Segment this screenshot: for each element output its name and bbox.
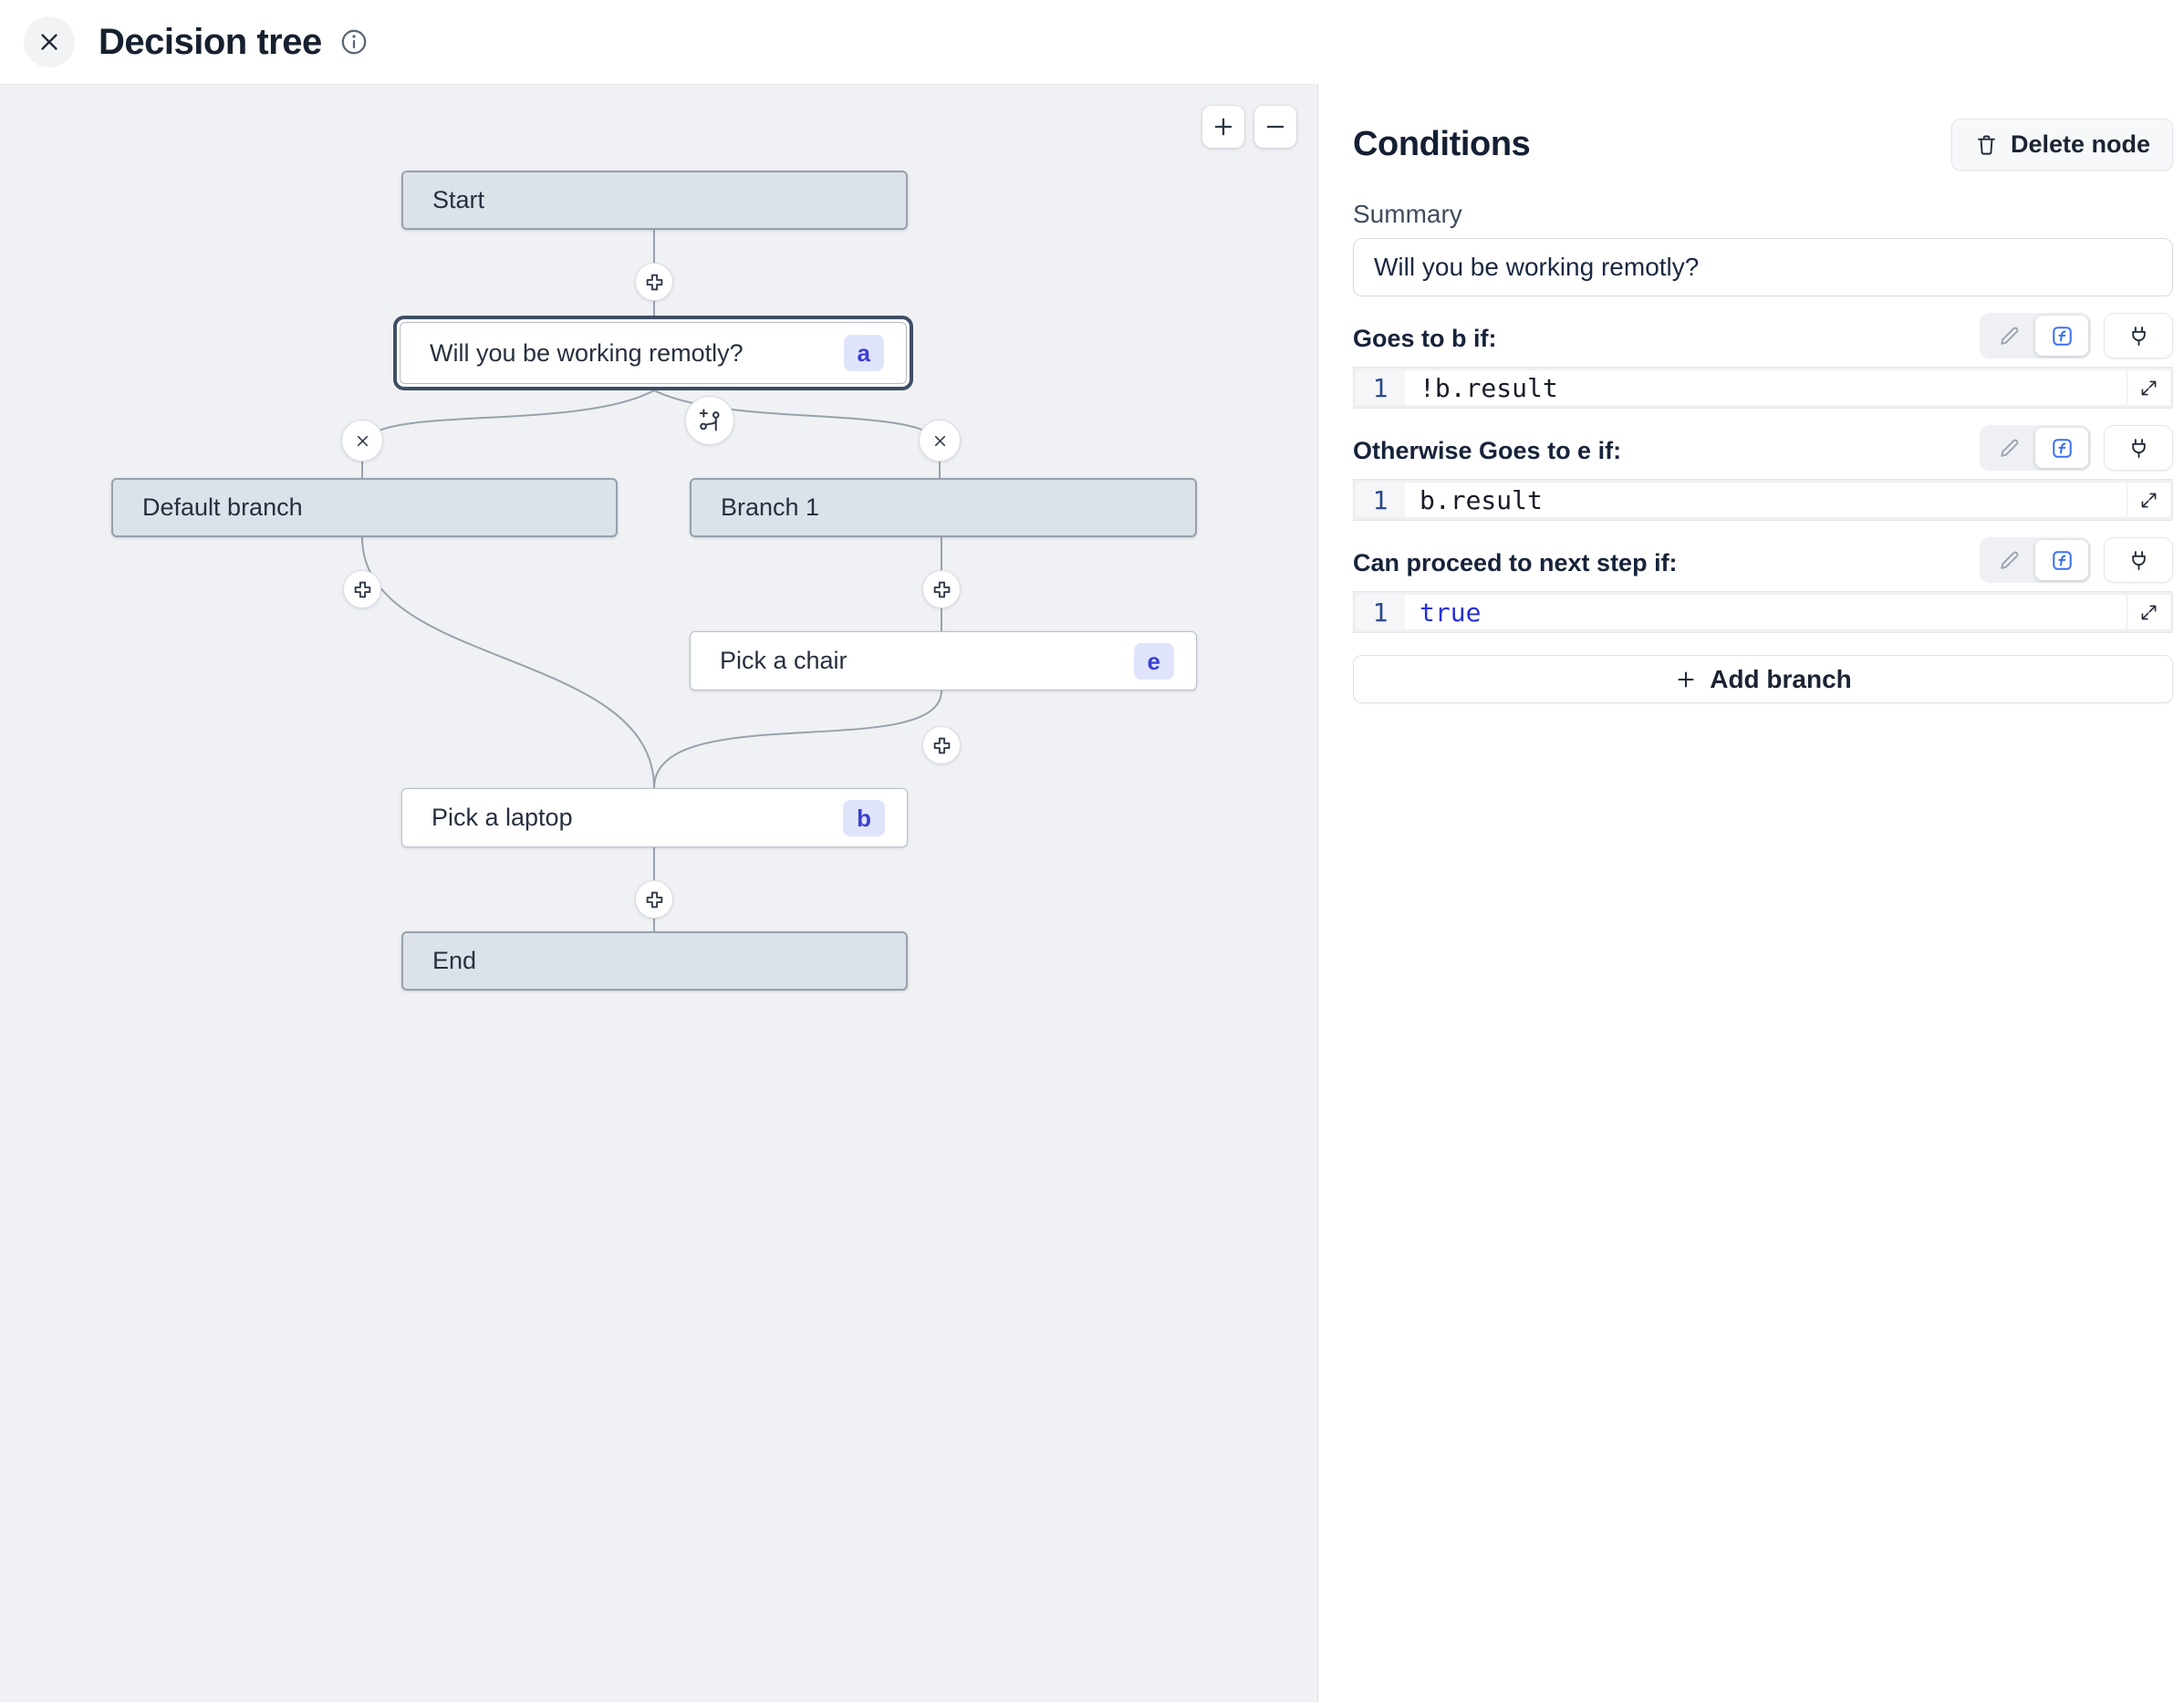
node-start[interactable]: Start <box>401 171 908 230</box>
add-node-plus-icon <box>352 579 373 600</box>
line-number: 1 <box>1356 595 1405 629</box>
expand-icon <box>2138 602 2159 623</box>
add-node-button[interactable] <box>343 570 381 608</box>
plus-icon <box>1674 668 1698 691</box>
fx-icon <box>2050 548 2075 573</box>
node-badge: b <box>843 800 885 836</box>
pencil-icon <box>1997 548 2022 573</box>
condition-label: Goes to b if: <box>1353 325 1497 358</box>
expand-editor-button[interactable] <box>2127 370 2170 405</box>
editor-mode-controls <box>1980 313 2173 358</box>
node-label: Start <box>432 186 484 214</box>
app-header: Decision tree <box>0 0 2184 84</box>
expand-editor-button[interactable] <box>2127 595 2170 629</box>
delete-branch-button[interactable] <box>919 420 961 462</box>
node-label: End <box>432 947 476 975</box>
zoom-out-button[interactable] <box>1254 106 1296 148</box>
node-end[interactable]: End <box>401 931 908 991</box>
fx-mode-button[interactable] <box>2035 540 2088 580</box>
conditions-panel: Conditions Delete node Summary Goes to b… <box>1319 0 2184 1702</box>
close-icon <box>36 28 63 56</box>
add-node-button[interactable] <box>635 263 673 301</box>
node-label: Will you be working remotly? <box>430 339 744 368</box>
node-question-selected[interactable]: Will you be working remotly? a <box>393 316 913 390</box>
fx-icon <box>2050 436 2075 461</box>
mode-toggle <box>1980 313 2091 358</box>
flow-canvas[interactable]: Start Will you be working remotly? a Def… <box>0 84 1318 1702</box>
summary-input[interactable] <box>1353 238 2173 296</box>
node-label: Default branch <box>142 493 303 522</box>
add-branch-label: Add branch <box>1710 665 1852 694</box>
plug-icon <box>2127 548 2151 573</box>
summary-label: Summary <box>1353 200 2173 229</box>
code-editor: 1 b.result <box>1353 479 2173 521</box>
zoom-in-button[interactable] <box>1202 106 1244 148</box>
add-node-plus-icon <box>644 272 665 293</box>
pencil-icon <box>1997 324 2022 348</box>
line-number: 1 <box>1356 483 1405 517</box>
data-source-button[interactable] <box>2104 537 2173 583</box>
node-pick-a-chair[interactable]: Pick a chair e <box>690 631 1197 691</box>
data-source-button[interactable] <box>2104 313 2173 358</box>
add-node-plus-icon <box>931 735 952 756</box>
node-pick-a-laptop[interactable]: Pick a laptop b <box>401 788 908 847</box>
close-button[interactable] <box>24 16 75 67</box>
node-branch-1[interactable]: Branch 1 <box>690 478 1197 537</box>
editor-mode-controls <box>1980 537 2173 583</box>
node-label: Pick a laptop <box>432 804 573 832</box>
code-editor: 1 !b.result <box>1353 367 2173 409</box>
condition-section-header: Can proceed to next step if: <box>1353 537 2173 583</box>
fx-icon <box>2050 324 2075 348</box>
panel-title: Conditions <box>1353 125 1530 164</box>
mode-toggle <box>1980 537 2091 583</box>
condition-label: Can proceed to next step if: <box>1353 549 1678 583</box>
condition-section-header: Goes to b if: <box>1353 313 2173 358</box>
code-input[interactable]: b.result <box>1405 483 2127 517</box>
add-branch-button[interactable]: Add branch <box>1353 655 2173 703</box>
code-editor: 1 true <box>1353 591 2173 633</box>
zoom-out-icon <box>1263 114 1288 140</box>
editor-mode-controls <box>1980 425 2173 471</box>
trash-icon <box>1974 132 1999 157</box>
node-badge: e <box>1134 643 1174 680</box>
node-default-branch[interactable]: Default branch <box>111 478 618 537</box>
fx-mode-button[interactable] <box>2035 428 2088 468</box>
delete-branch-button[interactable] <box>341 420 383 462</box>
text-mode-button[interactable] <box>1982 428 2035 468</box>
add-node-plus-icon <box>644 889 665 910</box>
expand-icon <box>2138 490 2159 511</box>
delete-branch-x-icon <box>353 431 372 451</box>
plug-icon <box>2127 324 2151 348</box>
add-branch-split-button[interactable] <box>685 396 734 445</box>
text-mode-button[interactable] <box>1982 540 2035 580</box>
condition-section-header: Otherwise Goes to e if: <box>1353 425 2173 471</box>
condition-label: Otherwise Goes to e if: <box>1353 437 1621 471</box>
expand-editor-button[interactable] <box>2127 483 2170 517</box>
add-node-button[interactable] <box>922 570 961 608</box>
text-mode-button[interactable] <box>1982 316 2035 356</box>
node-badge: a <box>844 335 884 371</box>
panel-header: Conditions Delete node <box>1353 119 2173 171</box>
page-title: Decision tree <box>99 22 322 63</box>
mode-toggle <box>1980 425 2091 471</box>
add-node-button[interactable] <box>922 726 961 764</box>
node-label: Branch 1 <box>721 493 819 522</box>
data-source-button[interactable] <box>2104 425 2173 471</box>
info-icon[interactable] <box>338 26 369 57</box>
line-number: 1 <box>1356 370 1405 405</box>
add-branch-split-icon <box>697 408 723 433</box>
code-input[interactable]: true <box>1405 595 2127 629</box>
expand-icon <box>2138 378 2159 399</box>
fx-mode-button[interactable] <box>2035 316 2088 356</box>
add-node-button[interactable] <box>635 880 673 919</box>
delete-node-label: Delete node <box>2011 130 2150 159</box>
node-label: Pick a chair <box>720 647 848 675</box>
add-node-plus-icon <box>931 579 952 600</box>
zoom-in-icon <box>1211 114 1236 140</box>
code-input[interactable]: !b.result <box>1405 370 2127 405</box>
plug-icon <box>2127 436 2151 461</box>
delete-node-button[interactable]: Delete node <box>1951 119 2173 171</box>
pencil-icon <box>1997 436 2022 461</box>
delete-branch-x-icon <box>931 431 950 451</box>
